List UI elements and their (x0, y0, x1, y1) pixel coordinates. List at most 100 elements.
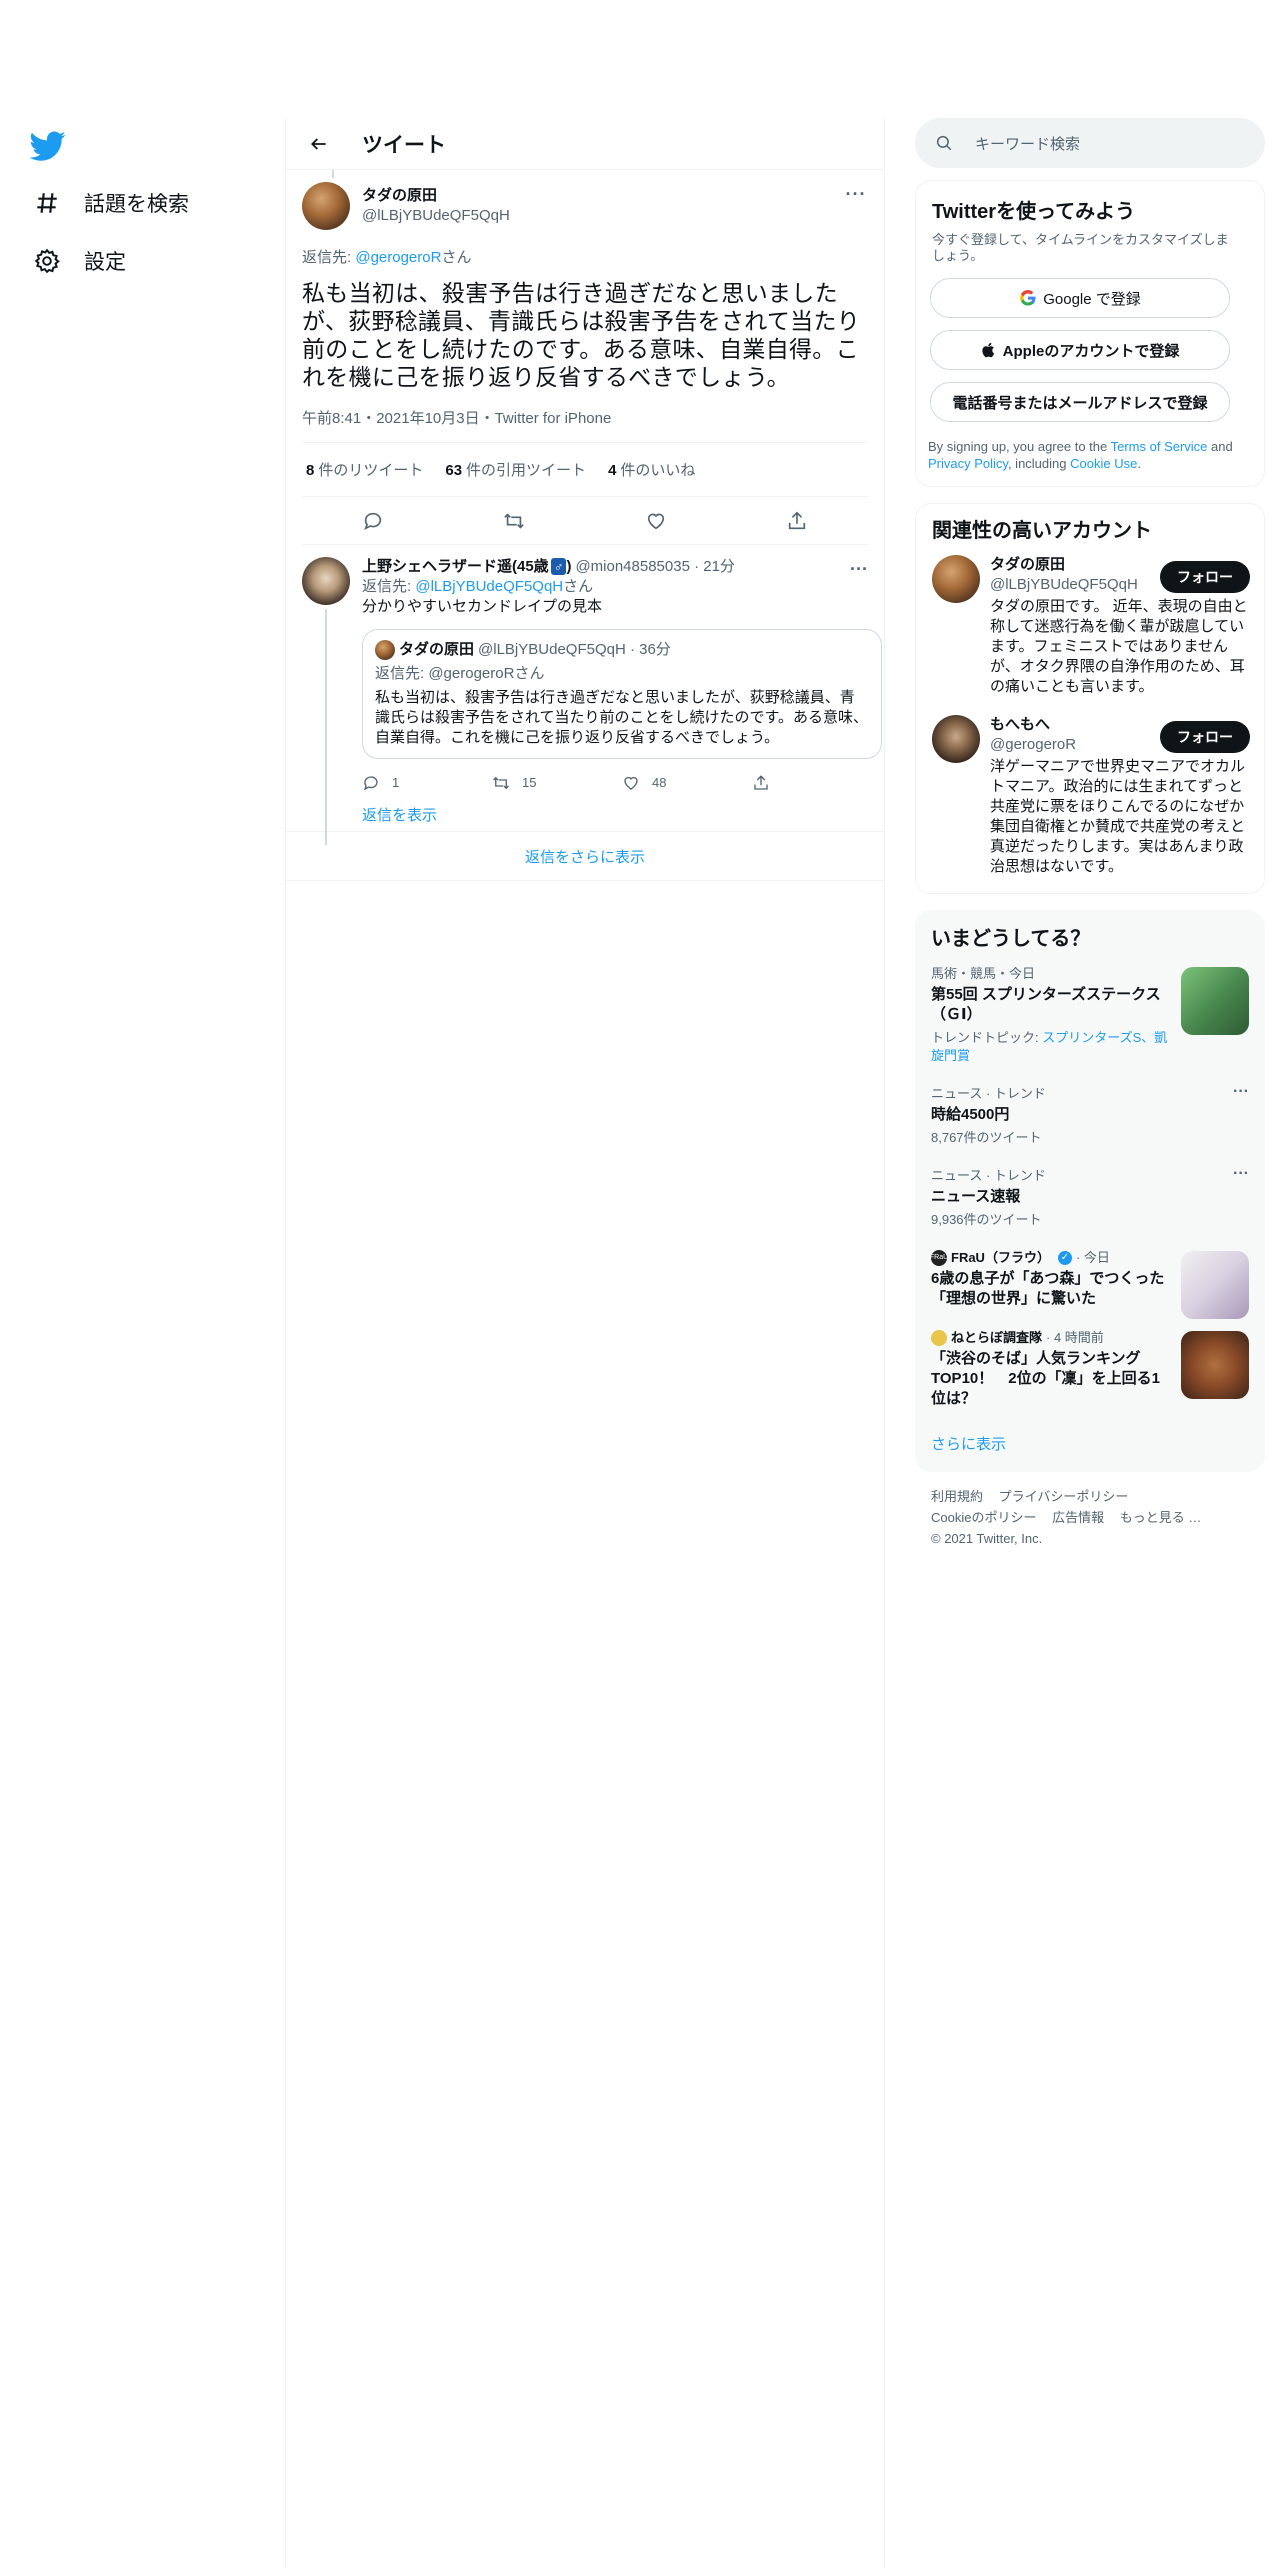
verified-icon: ✓ (1057, 1251, 1072, 1265)
like-button[interactable]: 48 (622, 773, 752, 793)
nav-settings-label: 設定 (84, 251, 126, 274)
show-more-trends-link[interactable]: さらに表示 (915, 1419, 1265, 1462)
search-bar[interactable]: キーワード検索 (915, 118, 1265, 168)
footer-link[interactable]: 広告情報 (1052, 1510, 1104, 1525)
avatar[interactable] (302, 557, 350, 605)
reply-to-line: 返信先: @gerogeroRさん (302, 249, 472, 266)
tweet-timestamp[interactable]: 午前8:41・2021年10月3日・Twitter for iPhone (302, 407, 868, 443)
reply-to-user-link[interactable]: @lLBjYBUdeQF5QqH (415, 578, 563, 595)
trends-title: いまどうしてる？ (931, 928, 1091, 950)
news-source: FRaU（フラウ） (951, 1250, 1050, 1265)
twitter-logo-icon[interactable] (29, 128, 66, 164)
privacy-link[interactable]: Privacy Policy (928, 456, 1008, 471)
trend-item[interactable]: ニュース · トレンド ニュース速報 9,936件のツイート ··· (915, 1157, 1265, 1239)
related-accounts: 関連性の高いアカウント タダの原田 @lLBjYBUdeQF5QqH タダの原田… (915, 503, 1265, 894)
trend-item[interactable]: 馬術・競馬・今日 第55回 スプリンターズステークス（ＧⅠ） トレンドトピック:… (915, 955, 1265, 1075)
trend-item[interactable]: ニュース · トレンド 時給4500円 8,767件のツイート ··· (915, 1075, 1265, 1157)
apple-signup-button[interactable]: Appleのアカウントで登録 (930, 330, 1230, 370)
account-item[interactable]: タダの原田 @lLBjYBUdeQF5QqH タダの原田です。 近年、表現の自由… (916, 543, 1264, 703)
news-thumbnail (1181, 1331, 1249, 1399)
avatar (375, 640, 395, 660)
likes-stat[interactable]: 4 件のいいね (608, 459, 695, 480)
reply-handle-time[interactable]: @mion48585035 · 21分 (575, 557, 735, 577)
quote-handle-time: @lLBjYBUdeQF5QqH · 36分 (478, 641, 671, 658)
share-button[interactable] (752, 774, 882, 792)
more-options-icon[interactable]: ··· (1233, 1165, 1249, 1183)
footer-link[interactable]: もっと見る … (1120, 1510, 1202, 1525)
page-header: ツイート (286, 118, 884, 170)
terms-link[interactable]: Terms of Service (1111, 439, 1208, 454)
share-icon (754, 775, 768, 790)
related-title: 関連性の高いアカウント (932, 520, 1152, 542)
reply-author-name[interactable]: 上野シェヘラザード遥(45歳 ♂) (362, 557, 571, 577)
news-source: ねとらぼ調査隊 (951, 1330, 1043, 1345)
follow-button[interactable]: フォロー (1160, 561, 1250, 593)
avatar[interactable] (932, 555, 980, 603)
nav-explore[interactable]: 話題を検索 (32, 188, 189, 218)
signup-terms: By signing up, you agree to the Terms of… (928, 439, 1233, 471)
signup-subtitle: 今すぐ登録して、タイムラインをカスタマイズしましょう。 (932, 232, 1229, 263)
hashtag-icon (32, 188, 62, 218)
google-signup-button[interactable]: Google で登録 (930, 278, 1230, 318)
more-options-icon[interactable]: ··· (850, 559, 868, 580)
account-item[interactable]: もへもへ @gerogeroR 洋ゲーマニアで世界史マニアでオカルトマニア。政治… (916, 703, 1264, 883)
footer-link[interactable]: 利用規約 (931, 1489, 983, 1504)
copyright: © 2021 Twitter, Inc. (931, 1531, 1043, 1546)
quote-text: 私も当初は、殺害予告は行き過ぎだなと思いましたが、荻野稔議員、青識氏らは殺害予告… (375, 689, 869, 746)
footer-link[interactable]: Cookieのポリシー (931, 1510, 1036, 1525)
reply-tweet[interactable]: 上野シェヘラザード遥(45歳 ♂) @mion48585035 · 21分 返信先… (286, 545, 884, 845)
news-item[interactable]: FRaU FRaU（フラウ） ✓ · 今日 6歳の息子が「あつ森」でつくった「理… (915, 1239, 1265, 1319)
back-arrow-icon[interactable] (302, 127, 336, 161)
tweet-text: 私も当初は、殺害予告は行き過ぎだなと思いましたが、荻野稔議員、青識氏らは殺害予告… (302, 280, 861, 390)
like-icon[interactable] (639, 504, 673, 538)
thread-dots (302, 808, 350, 820)
more-options-icon[interactable]: ··· (1233, 1083, 1249, 1101)
author-name[interactable]: タダの原田 (362, 186, 510, 206)
google-icon (1020, 290, 1036, 306)
nav-settings[interactable]: 設定 (32, 246, 126, 276)
reply-to-user-link[interactable]: @gerogeroR (355, 249, 441, 266)
page-title: ツイート (362, 133, 446, 157)
news-thumbnail (1181, 1251, 1249, 1319)
phone-email-signup-button[interactable]: 電話番号またはメールアドレスで登録 (930, 382, 1230, 422)
gender-badge: ♂ (550, 558, 567, 575)
avatar[interactable] (302, 182, 350, 230)
reply-text: 分かりやすいセカンドレイプの見本 (362, 598, 603, 615)
show-replies-link[interactable]: 返信を表示 (286, 797, 884, 831)
reply-icon (363, 776, 378, 791)
trend-thumbnail (1181, 967, 1249, 1035)
retweet-icon[interactable] (497, 504, 531, 538)
author-handle[interactable]: @lLBjYBUdeQF5QqH (362, 206, 510, 226)
right-sidebar: キーワード検索 Twitterを使ってみよう 今すぐ登録して、タイムラインをカス… (915, 118, 1265, 1549)
follow-button[interactable]: フォロー (1160, 721, 1250, 753)
focused-tweet: タダの原田 @lLBjYBUdeQF5QqH ··· 返信先: @geroger… (286, 170, 884, 545)
quote-header: タダの原田 @lLBjYBUdeQF5QqH · 36分 (375, 640, 869, 660)
account-bio: 洋ゲーマニアで世界史マニアでオカルトマニア。政治的には生まれてずっと共産党に票を… (990, 758, 1246, 875)
signup-card: Twitterを使ってみよう 今すぐ登録して、タイムラインをカスタマイズしましょ… (915, 180, 1265, 487)
quote-tweets-stat[interactable]: 63 件の引用ツイート (445, 459, 586, 480)
avatar[interactable] (932, 715, 980, 763)
trends-panel: いまどうしてる？ 馬術・競馬・今日 第55回 スプリンターズステークス（ＧⅠ） … (915, 910, 1265, 1472)
source-logo-icon: FRaU (930, 1250, 948, 1266)
reply-to-line: 返信先: @lLBjYBUdeQF5QqHさん (362, 578, 594, 595)
quoted-tweet[interactable]: タダの原田 @lLBjYBUdeQF5QqH · 36分 返信先: @gerog… (362, 629, 882, 759)
show-more-replies-button[interactable]: 返信をさらに表示 (286, 831, 884, 881)
search-input[interactable]: キーワード検索 (975, 133, 1080, 154)
cookie-link[interactable]: Cookie Use (1070, 456, 1137, 471)
reply-header: 上野シェヘラザード遥(45歳 ♂) @mion48585035 · 21分 (362, 557, 882, 577)
retweet-icon (493, 776, 509, 790)
source-logo-icon (931, 1330, 947, 1346)
retweet-button[interactable]: 15 (492, 773, 622, 793)
more-options-icon[interactable]: ··· (844, 184, 868, 204)
main-column: ツイート タダの原田 @lLBjYBUdeQF5QqH ··· 返信先: @ge… (285, 118, 885, 2568)
tweet-stats: 8 件のリツイート 63 件の引用ツイート 4 件のいいね (302, 443, 868, 497)
footer-link[interactable]: プライバシーポリシー (999, 1489, 1129, 1504)
retweets-stat[interactable]: 8 件のリツイート (306, 459, 423, 480)
share-icon[interactable] (780, 504, 814, 538)
left-navigation: 話題を検索 設定 (0, 0, 285, 2568)
reply-icon[interactable] (356, 504, 390, 538)
reply-actions: 1 15 48 (362, 769, 882, 797)
apple-icon (982, 342, 994, 358)
news-item[interactable]: ねとらぼ調査隊 · 4 時間前 「渋谷のそば」人気ランキングTOP10！ 2位の… (915, 1319, 1265, 1419)
reply-button[interactable]: 1 (362, 773, 492, 793)
